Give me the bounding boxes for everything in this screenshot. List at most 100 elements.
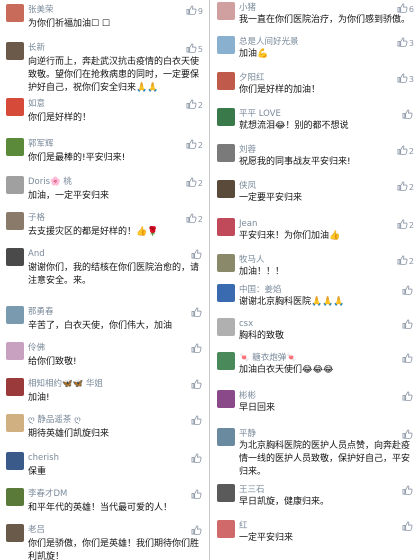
avatar[interactable] — [6, 212, 24, 230]
avatar[interactable] — [217, 144, 235, 162]
like-button[interactable] — [191, 453, 203, 465]
commenter-name[interactable]: 子格 — [28, 212, 45, 224]
avatar[interactable] — [6, 306, 24, 324]
commenter-name[interactable]: 平静 — [239, 428, 256, 440]
avatar[interactable] — [217, 36, 235, 54]
thumbs-up-icon — [186, 139, 197, 151]
like-button[interactable] — [191, 489, 203, 501]
comment-text: 平安归来！为你们加油👍 — [239, 231, 341, 241]
like-button[interactable]: 2 — [397, 219, 414, 231]
comment-text: 早日凯旋，健康归来。 — [239, 497, 330, 507]
comment-text: 去支援灾区的都是好样的！👍🌹 — [28, 227, 159, 237]
like-button[interactable]: 2 — [186, 213, 203, 225]
commenter-name[interactable]: 牧马人 — [239, 254, 265, 266]
avatar[interactable] — [217, 390, 235, 408]
commenter-name[interactable]: 如意 — [28, 98, 45, 110]
like-count: 2 — [408, 256, 414, 266]
avatar[interactable] — [217, 352, 235, 370]
avatar[interactable] — [6, 4, 24, 22]
commenter-name[interactable]: 老吕 — [28, 524, 45, 536]
commenter-name[interactable]: Jean — [239, 218, 257, 230]
commenter-name[interactable]: csx — [239, 318, 253, 330]
avatar[interactable] — [6, 452, 24, 470]
avatar[interactable] — [217, 484, 235, 502]
like-button[interactable] — [191, 379, 203, 391]
like-button[interactable] — [402, 353, 414, 365]
like-button[interactable]: 5 — [186, 43, 203, 55]
like-button[interactable] — [402, 429, 414, 441]
like-button[interactable] — [191, 249, 203, 261]
like-button[interactable]: 9 — [186, 5, 203, 17]
like-button[interactable] — [402, 109, 414, 121]
commenter-name[interactable]: 侠凤 — [239, 180, 256, 192]
commenter-name[interactable]: 张美荣 — [28, 4, 54, 16]
avatar[interactable] — [6, 524, 24, 542]
commenter-name[interactable]: 夕阳红 — [239, 72, 265, 84]
like-button[interactable]: 2 — [186, 177, 203, 189]
like-button[interactable] — [191, 343, 203, 355]
avatar[interactable] — [217, 254, 235, 272]
avatar[interactable] — [6, 176, 24, 194]
like-button[interactable] — [191, 307, 203, 319]
like-count: 3 — [408, 74, 414, 84]
like-button[interactable] — [191, 415, 203, 427]
like-button[interactable] — [191, 525, 203, 537]
commenter-name[interactable]: 李春才DM — [28, 488, 67, 500]
avatar[interactable] — [6, 378, 24, 396]
commenter-name[interactable]: And — [28, 248, 45, 260]
thumbs-up-icon — [397, 181, 408, 193]
commenter-name[interactable]: 那勇春 — [28, 306, 54, 318]
avatar[interactable] — [6, 138, 24, 156]
avatar[interactable] — [6, 414, 24, 432]
thumbs-up-icon — [402, 353, 413, 365]
commenter-name[interactable]: 郭军辉 — [28, 138, 54, 150]
commenter-name[interactable]: 小猪 — [239, 2, 256, 14]
avatar[interactable] — [217, 180, 235, 198]
like-button[interactable]: 2 — [186, 99, 203, 111]
commenter-name[interactable]: 中国：姜焰 — [239, 284, 282, 296]
commenter-name[interactable]: 彬彬 — [239, 390, 256, 402]
like-button[interactable]: 6 — [397, 3, 414, 15]
avatar[interactable] — [217, 218, 235, 236]
commenter-name[interactable]: 平平 LOVE — [239, 108, 281, 120]
commenter-name[interactable]: 伶佛 — [28, 342, 45, 354]
avatar[interactable] — [217, 520, 235, 538]
avatar[interactable] — [217, 284, 235, 302]
like-count: 2 — [197, 100, 203, 110]
avatar[interactable] — [217, 108, 235, 126]
like-button[interactable] — [402, 521, 414, 533]
like-button[interactable] — [402, 285, 414, 297]
commenter-name[interactable]: 刘蓉 — [239, 144, 256, 156]
commenter-name[interactable]: 🍬 糖衣炮弹🍬 — [239, 352, 297, 364]
like-button[interactable]: 2 — [397, 145, 414, 157]
avatar[interactable] — [6, 342, 24, 360]
like-button[interactable] — [402, 319, 414, 331]
avatar[interactable] — [217, 2, 235, 20]
avatar[interactable] — [6, 488, 24, 506]
like-button[interactable]: 2 — [397, 181, 414, 193]
like-button[interactable]: 2 — [186, 139, 203, 151]
commenter-name[interactable]: 总是人间好光景 — [239, 36, 299, 48]
commenter-name[interactable]: 王三石 — [239, 484, 265, 496]
commenter-name[interactable]: 长新 — [28, 42, 45, 54]
like-button[interactable]: 3 — [397, 73, 414, 85]
like-button[interactable]: 2 — [397, 255, 414, 267]
commenter-name[interactable]: cherish — [28, 452, 59, 464]
avatar[interactable] — [6, 98, 24, 116]
like-button[interactable]: 3 — [397, 37, 414, 49]
like-count: 3 — [408, 38, 414, 48]
avatar[interactable] — [217, 72, 235, 90]
avatar[interactable] — [6, 248, 24, 266]
comment-text: 为你们祈福加油☐ ☐ — [28, 19, 110, 29]
avatar[interactable] — [6, 42, 24, 60]
commenter-name[interactable]: Doris🌸 桃 — [28, 176, 72, 188]
commenter-name[interactable]: 相知相约🦋🦋 华姐 — [28, 378, 103, 390]
thumbs-up-icon — [402, 485, 413, 497]
commenter-name[interactable]: ღ 静品遥茶 ღ — [28, 414, 81, 426]
avatar[interactable] — [217, 318, 235, 336]
thumbs-up-icon — [186, 177, 197, 189]
like-button[interactable] — [402, 485, 414, 497]
commenter-name[interactable]: 红 — [239, 520, 248, 532]
like-button[interactable] — [402, 391, 414, 403]
avatar[interactable] — [217, 428, 235, 446]
